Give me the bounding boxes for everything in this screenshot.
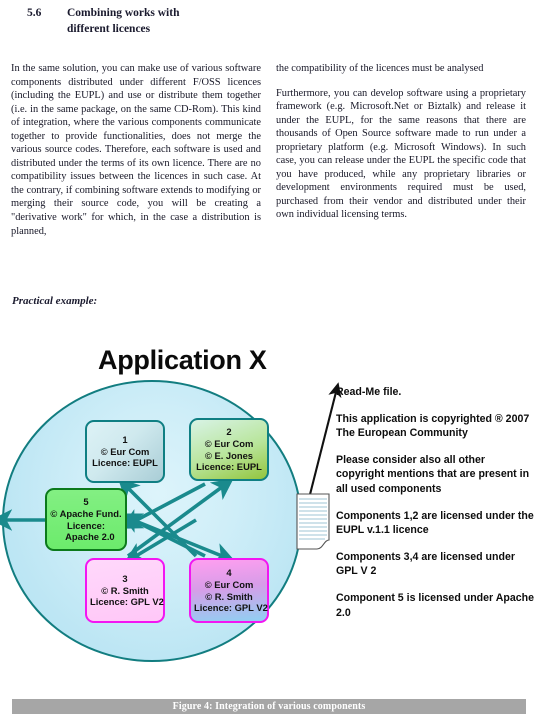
readme-document-icon (296, 493, 330, 550)
component-3-line-1: © R. Smith (101, 584, 149, 596)
component-3-line-2: Licence: GPL V2 (90, 596, 164, 608)
right-column: the compatibility of the licences must b… (276, 62, 526, 238)
right-paragraph-2: Furthermore, you can develop software us… (276, 87, 526, 221)
component-3-number: 3 (122, 573, 128, 585)
annotation-consider-mentions: Please consider also all other copyright… (336, 453, 530, 495)
component-box-5[interactable]: 5 © Apache Fund. Licence: Apache 2.0 (45, 488, 127, 551)
component-1-number: 1 (122, 434, 128, 446)
component-1-line-1: © Eur Com (100, 445, 150, 457)
component-box-1[interactable]: 1 © Eur Com Licence: EUPL (85, 420, 165, 483)
annotation-components-3-4: Components 3,4 are licensed under GPL V … (336, 550, 515, 578)
component-1-line-2: Licence: EUPL (92, 457, 158, 469)
figure-annotations: Read-Me file. This application is copyri… (336, 385, 536, 620)
component-5-line-3: Apache 2.0 (57, 531, 115, 543)
section-heading: 5.6 Combining works with different licen… (27, 6, 287, 37)
left-column: In the same solution, you can make use o… (11, 62, 261, 238)
left-paragraph: In the same solution, you can make use o… (11, 63, 261, 237)
component-box-3[interactable]: 3 © R. Smith Licence: GPL V2 (85, 558, 165, 623)
figure-caption: Figure 4: Integration of various compone… (12, 699, 526, 714)
component-4-line-1: © Eur Com (204, 578, 254, 590)
component-2-line-1: © Eur Com (204, 437, 254, 449)
component-2-line-2: © E. Jones (204, 449, 254, 461)
component-5-line-1: © Apache Fund. (50, 507, 122, 519)
component-4-line-2: © R. Smith (205, 590, 253, 602)
component-5-line-2: Licence: (66, 519, 106, 531)
body-columns: In the same solution, you can make use o… (11, 62, 527, 238)
section-number: 5.6 (27, 7, 42, 19)
annotation-readme-file: Read-Me file. (336, 386, 402, 398)
figure-integration-diagram: Application X 1 © Eur Com Licence: EUPL … (0, 330, 538, 695)
component-box-2[interactable]: 2 © Eur Com © E. Jones Licence: EUPL (189, 418, 269, 481)
component-2-number: 2 (226, 426, 232, 438)
annotation-component-5: Component 5 is licensed under Apache 2.0 (336, 591, 534, 619)
annotation-copyright: This application is copyrighted ® 2007 T… (336, 412, 530, 440)
practical-example-label: Practical example: (12, 295, 98, 307)
component-box-4[interactable]: 4 © Eur Com © R. Smith Licence: GPL V2 (189, 558, 269, 623)
component-4-line-3: Licence: GPL V2 (194, 602, 268, 614)
right-paragraph-1: the compatibility of the licences must b… (276, 63, 484, 74)
component-2-line-3: Licence: EUPL (196, 461, 262, 473)
component-4-number: 4 (226, 567, 232, 579)
section-title: Combining works with different licences (67, 7, 180, 35)
component-5-number: 5 (83, 496, 89, 508)
annotation-components-1-2: Components 1,2 are licensed under the EU… (336, 509, 534, 537)
